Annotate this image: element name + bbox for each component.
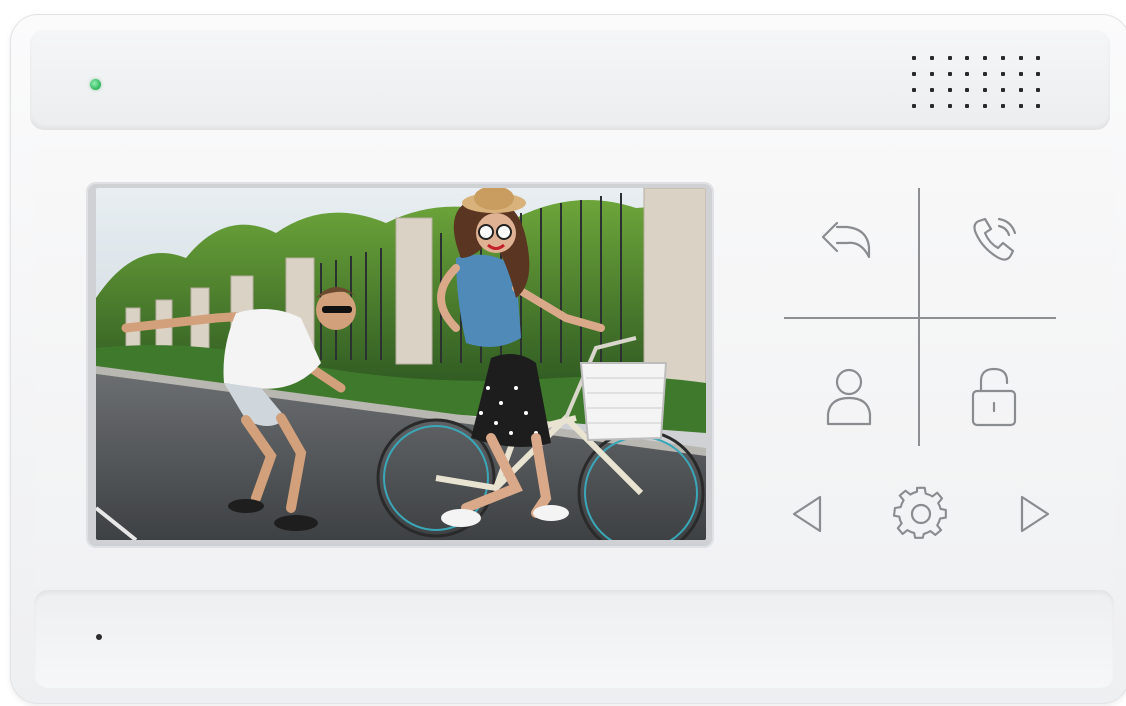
gear-icon <box>893 486 947 539</box>
bottom-bezel <box>34 590 1114 688</box>
previous-button[interactable] <box>782 488 832 540</box>
speaker-grill <box>912 56 1054 120</box>
monitor-button[interactable] <box>816 362 882 432</box>
back-arrow-icon <box>821 221 871 259</box>
phone-call-icon <box>973 217 1017 261</box>
call-button[interactable] <box>960 210 1030 270</box>
unlock-button[interactable] <box>962 362 1026 432</box>
settings-button[interactable] <box>890 484 952 544</box>
unlock-padlock-icon <box>971 367 1017 427</box>
video-feed-image <box>96 188 706 540</box>
microphone-hole <box>96 634 102 640</box>
person-icon <box>826 368 872 426</box>
triangle-left-icon <box>792 495 822 533</box>
power-led <box>90 79 101 90</box>
video-screen <box>96 188 706 540</box>
back-button[interactable] <box>810 212 882 268</box>
triangle-right-icon <box>1020 495 1050 533</box>
next-button[interactable] <box>1010 488 1060 540</box>
controls-divider-horizontal <box>784 317 1056 319</box>
